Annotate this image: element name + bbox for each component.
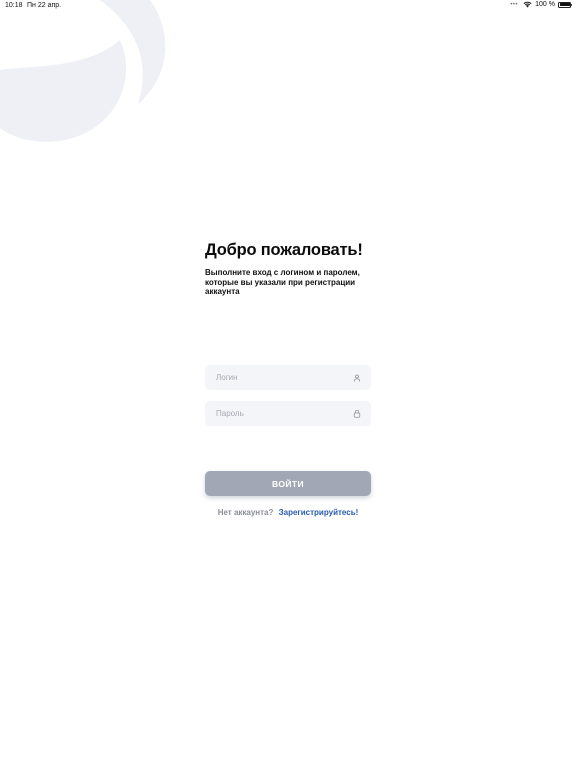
register-prompt-line: Нет аккаунта? Зарегистрируйтесь! <box>205 508 371 517</box>
login-input[interactable] <box>216 365 352 390</box>
battery-level <box>559 3 570 6</box>
login-button[interactable]: ВОЙТИ <box>205 471 371 496</box>
status-indicators: ••• 100 % <box>510 1 572 8</box>
status-bar: 10:18 Пн 22 апр. ••• 100 % <box>0 0 576 12</box>
background-swoosh <box>0 0 166 142</box>
status-time: 10:18 <box>5 2 23 9</box>
page-subtitle: Выполните вход с логином и паролем, кото… <box>205 268 360 297</box>
register-prompt: Нет аккаунта? <box>217 508 274 517</box>
page-title: Добро пожаловать! <box>205 241 363 259</box>
login-screen: 10:18 Пн 22 апр. ••• 100 % Добро пожалов… <box>0 0 576 768</box>
user-icon <box>352 373 361 382</box>
password-input[interactable] <box>216 401 352 426</box>
lock-icon[interactable] <box>352 409 361 418</box>
register-link[interactable]: Зарегистрируйтесь! <box>279 508 359 517</box>
wifi-icon <box>523 1 532 8</box>
password-field[interactable] <box>205 401 371 426</box>
battery-percent: 100 % <box>535 1 555 8</box>
login-field[interactable] <box>205 365 371 390</box>
status-date: Пн 22 апр. <box>27 2 62 9</box>
multitasking-dots-icon: ••• <box>510 1 519 8</box>
battery-icon <box>558 1 572 8</box>
